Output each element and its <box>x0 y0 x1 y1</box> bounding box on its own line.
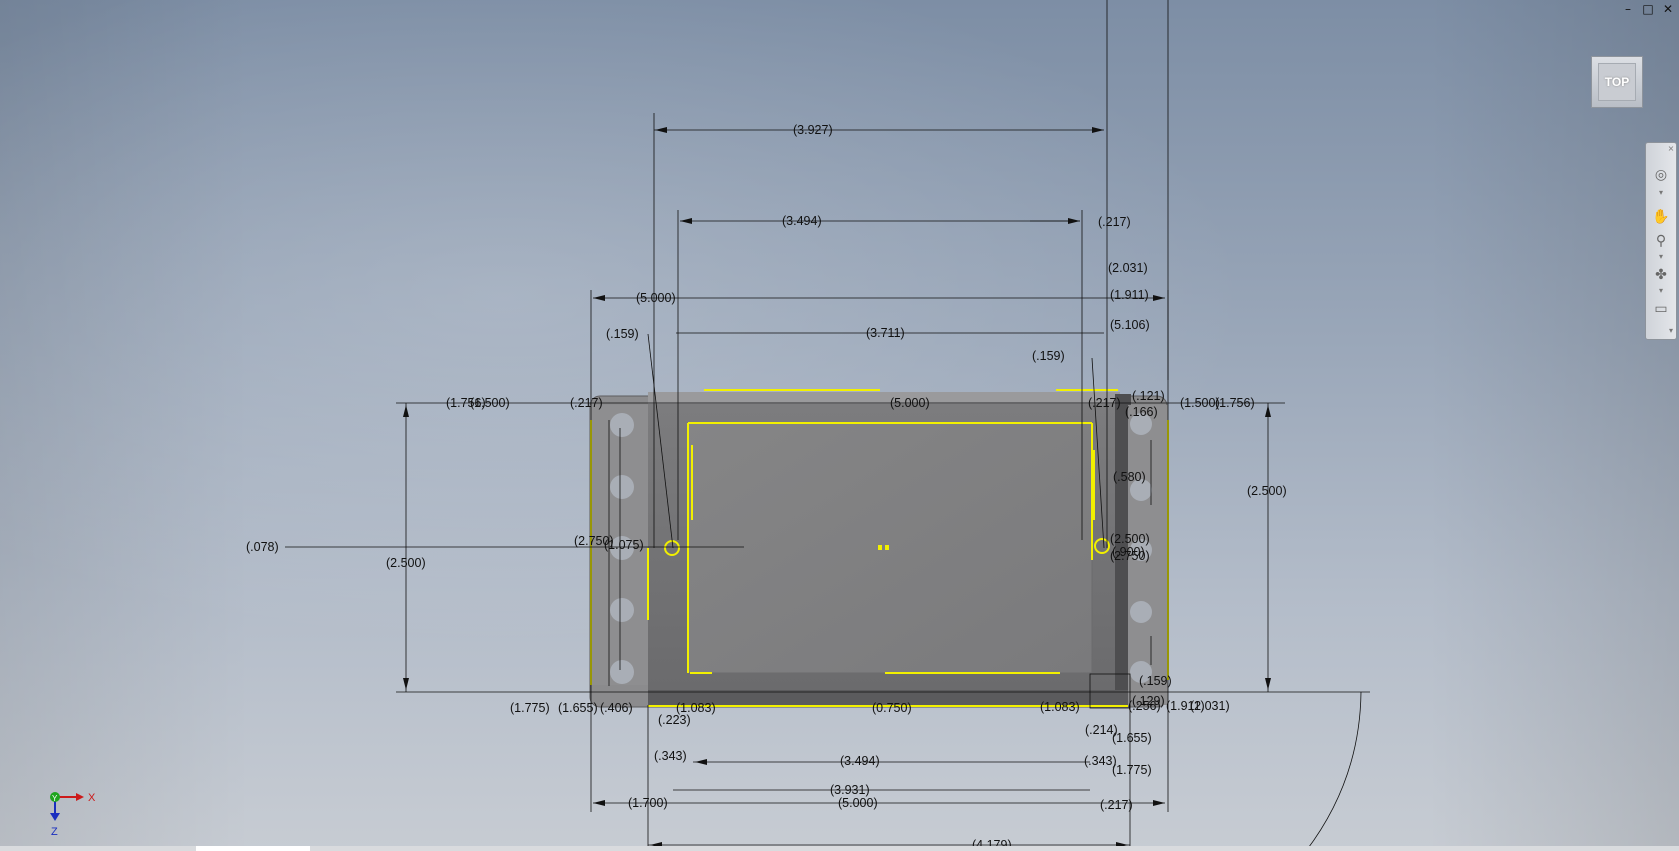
dim-166[interactable]: (.166) <box>1125 405 1158 419</box>
part-drawing[interactable]: (3.927) (3.494) (.217) (2.031) (5.000) (… <box>0 0 1679 851</box>
dim-5106[interactable]: (5.106) <box>1110 318 1150 332</box>
dim-2500-left[interactable]: (2.500) <box>386 556 426 570</box>
dim-159-b[interactable]: (.159) <box>1032 349 1065 363</box>
dim-1775-left[interactable]: (1.775) <box>510 701 550 715</box>
dim-5000-top[interactable]: (5.000) <box>636 291 676 305</box>
look-at-icon[interactable]: ▭ <box>1651 299 1671 319</box>
dim-3927[interactable]: (3.927) <box>793 123 833 137</box>
navigation-bar: × ◎ ▾ ✋ ⚲ ▾ ✤ ▾ ▭ ▾ <box>1645 142 1677 340</box>
dim-1655-left[interactable]: (1.655) <box>558 701 598 715</box>
close-button[interactable]: ✕ <box>1661 2 1675 16</box>
viewcube-face-top[interactable]: TOP <box>1598 63 1636 101</box>
dim-1911[interactable]: (1.911) <box>1110 288 1149 302</box>
z-axis-arrow <box>50 813 60 821</box>
dim-1655-right[interactable]: (1.655) <box>1112 731 1152 745</box>
dim-343-left[interactable]: (.343) <box>654 749 687 763</box>
chevron-down-icon[interactable]: ▾ <box>1656 253 1666 261</box>
dim-0750[interactable]: (0.750) <box>872 701 912 715</box>
dim-1756-right[interactable]: (1.756) <box>1215 396 1255 410</box>
dim-5000-bottom[interactable]: (5.000) <box>838 796 878 810</box>
dim-2750-b[interactable]: (2.750) <box>1110 549 1150 563</box>
dim-159-a[interactable]: (.159) <box>606 327 639 341</box>
viewcube[interactable]: TOP <box>1591 56 1643 108</box>
x-axis-arrow <box>76 793 84 801</box>
dim-1083-b[interactable]: (1.083) <box>1040 700 1080 714</box>
z-axis-label: Z <box>51 826 58 838</box>
steering-wheel-icon[interactable]: ◎ <box>1651 165 1671 185</box>
dim-159-c[interactable]: (.159) <box>1139 674 1172 688</box>
dim-1500-right[interactable]: (1.500) <box>1180 396 1220 410</box>
dim-1075[interactable]: (1.075) <box>604 538 644 552</box>
dim-580[interactable]: (.580) <box>1113 470 1146 484</box>
window-controls: – □ ✕ <box>1621 2 1675 16</box>
dim-217-left[interactable]: (.217) <box>570 396 603 410</box>
navbar-options-icon[interactable]: ▾ <box>1666 327 1676 335</box>
minimize-button[interactable]: – <box>1621 2 1635 16</box>
dim-217-right[interactable]: (.217) <box>1088 396 1121 410</box>
dim-406[interactable]: (.406) <box>600 701 633 715</box>
dim-3931[interactable]: (3.931) <box>830 783 870 797</box>
dim-5000-center[interactable]: (5.000) <box>890 396 930 410</box>
chevron-down-icon[interactable]: ▾ <box>1656 189 1666 197</box>
graphics-viewport[interactable]: (3.927) (3.494) (.217) (2.031) (5.000) (… <box>0 0 1679 851</box>
navbar-close-icon[interactable]: × <box>1666 145 1676 153</box>
dim-121[interactable]: (.121) <box>1132 389 1165 403</box>
dim-2031-b[interactable]: (2.031) <box>1190 699 1230 713</box>
dim-1700[interactable]: (1.700) <box>628 796 668 810</box>
coordinate-triad: Y X Z <box>50 792 96 838</box>
dim-217-a[interactable]: (.217) <box>1098 215 1131 229</box>
orbit-icon[interactable]: ✤ <box>1651 265 1671 285</box>
zoom-icon[interactable]: ⚲ <box>1651 231 1671 251</box>
x-axis-label: X <box>88 792 96 804</box>
dim-3711[interactable]: (3.711) <box>866 326 905 340</box>
pan-icon[interactable]: ✋ <box>1651 207 1671 227</box>
dim-3494-bottom[interactable]: (3.494) <box>840 754 880 768</box>
dim-223[interactable]: (.223) <box>658 713 691 727</box>
status-bar <box>0 846 1679 851</box>
dim-2500-right[interactable]: (2.500) <box>1247 484 1287 498</box>
dim-1775-right[interactable]: (1.775) <box>1112 763 1152 777</box>
dim-078[interactable]: (.078) <box>246 540 279 554</box>
dim-217-b[interactable]: (.217) <box>1100 798 1133 812</box>
status-progress <box>196 846 310 851</box>
dim-1500-left[interactable]: (1.500) <box>470 396 510 410</box>
chevron-down-icon[interactable]: ▾ <box>1656 287 1666 295</box>
y-axis-label: Y <box>52 794 58 803</box>
dim-3494-top[interactable]: (3.494) <box>782 214 822 228</box>
dim-2031-a[interactable]: (2.031) <box>1108 261 1148 275</box>
dim-2500-center[interactable]: (2.500) <box>1110 532 1150 546</box>
restore-button[interactable]: □ <box>1641 2 1655 16</box>
dim-256[interactable]: (.256) <box>1128 699 1161 713</box>
